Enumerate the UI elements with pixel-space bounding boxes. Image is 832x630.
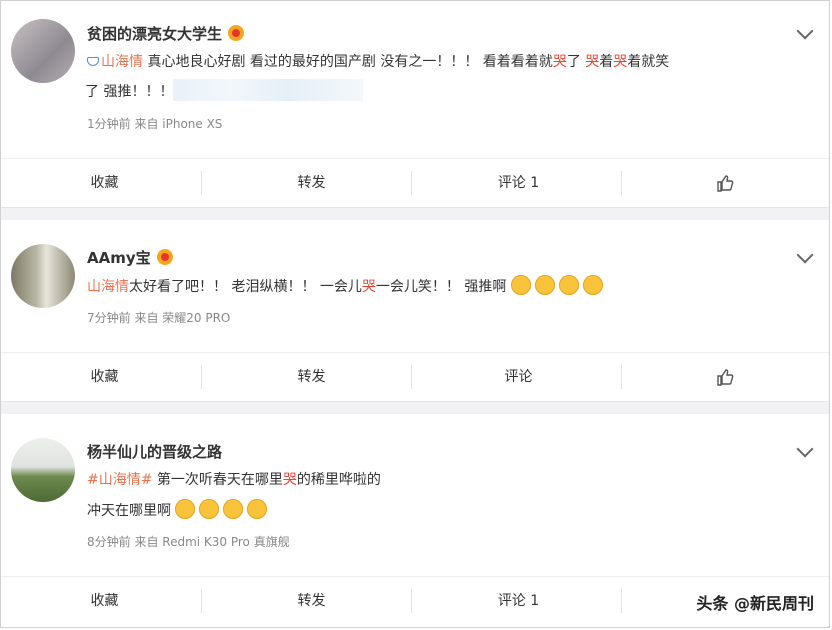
divider [411, 171, 412, 195]
divider [201, 171, 202, 195]
crying-emoji-icon [199, 499, 220, 519]
avatar[interactable] [11, 438, 75, 502]
username[interactable]: 贫困的漂亮女大学生 [87, 23, 245, 44]
comment-button[interactable]: 评论 1 [415, 159, 622, 207]
crying-emoji-icon [223, 499, 244, 519]
topic-link[interactable]: 山海情 [101, 54, 143, 70]
source-watermark: 头条 @新民周刊 [692, 588, 818, 616]
avatar[interactable] [11, 19, 75, 83]
favorite-button[interactable]: 收藏 [1, 159, 208, 207]
action-bar: 收藏 转发 评论 [1, 352, 829, 401]
chevron-down-icon[interactable] [796, 246, 814, 264]
comment-button[interactable]: 评论 [415, 353, 622, 401]
avatar[interactable] [11, 244, 75, 308]
card-separator [1, 401, 829, 415]
topic-link[interactable]: #山海情# [87, 472, 152, 488]
divider [621, 171, 622, 195]
vip-crown-icon [228, 25, 245, 41]
divider [411, 365, 412, 389]
crying-emoji-icon [582, 275, 603, 295]
favorite-button[interactable]: 收藏 [1, 353, 208, 401]
like-icon[interactable] [715, 367, 735, 387]
comment-text-line2: 冲天在哪里啊 [87, 498, 271, 524]
repost-button[interactable]: 转发 [208, 159, 415, 207]
username[interactable]: 杨半仙儿的晋级之路 [87, 441, 222, 462]
divider [201, 589, 202, 613]
diamond-icon [87, 57, 99, 66]
divider [621, 589, 622, 613]
chevron-down-icon[interactable] [796, 440, 814, 458]
divider [621, 365, 622, 389]
comment-button[interactable]: 评论 1 [415, 577, 622, 625]
card-separator [1, 207, 829, 221]
blurred-region [173, 79, 364, 101]
comment-text: 山海情 真心地良心好剧 看过的最好的国产剧 没有之一！！！ 看着看着就哭了 哭着… [87, 49, 669, 75]
username[interactable]: AAmy宝 [87, 247, 173, 268]
crying-emoji-icon [534, 275, 555, 295]
repost-button[interactable]: 转发 [208, 577, 415, 625]
chevron-down-icon[interactable] [796, 22, 814, 40]
crying-emoji-icon [175, 499, 196, 519]
post-meta: 1分钟前 来自 iPhone XS [87, 117, 223, 131]
crying-emoji-icon [558, 275, 579, 295]
topic-link[interactable]: 山海情 [87, 279, 129, 295]
repost-button[interactable]: 转发 [208, 353, 415, 401]
divider [411, 589, 412, 613]
action-bar: 收藏 转发 评论 1 [1, 158, 829, 207]
crying-emoji-icon [247, 499, 268, 519]
favorite-button[interactable]: 收藏 [1, 577, 208, 625]
vip-crown-icon [156, 249, 173, 265]
post-meta: 8分钟前 来自 Redmi K30 Pro 真旗舰 [87, 535, 290, 549]
crying-emoji-icon [510, 275, 531, 295]
like-icon[interactable] [715, 173, 735, 193]
comment-text-line2: 了 强推！！！ [85, 79, 364, 105]
comment-text: 山海情太好看了吧！！ 老泪纵横！！ 一会儿哭一会儿笑！！ 强推啊 [87, 274, 607, 300]
divider [201, 365, 202, 389]
post-meta: 7分钟前 来自 荣耀20 PRO [87, 311, 231, 325]
comment-text: #山海情# 第一次听春天在哪里哭的稀里哗啦的 [87, 472, 381, 488]
